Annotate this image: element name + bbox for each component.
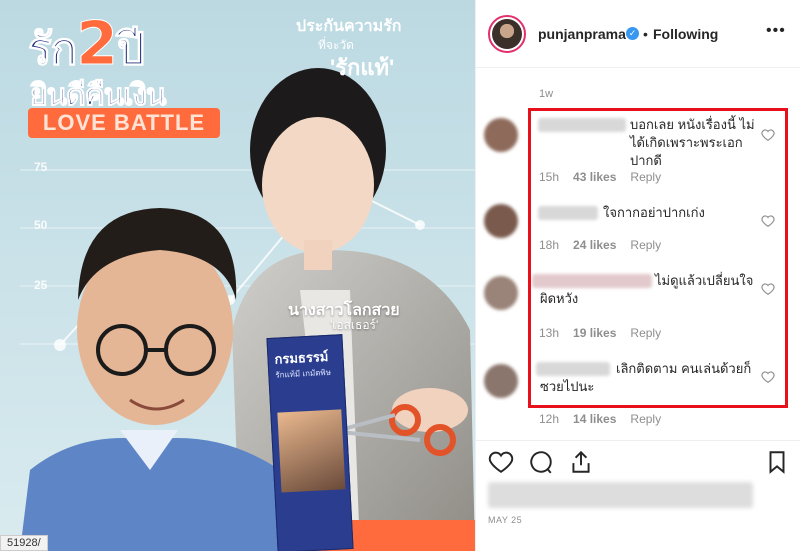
profile-username[interactable]: punjanprama — [538, 26, 626, 42]
post-actions — [476, 440, 800, 480]
brochure-photo — [277, 409, 346, 493]
commenter-avatar[interactable] — [484, 118, 518, 152]
poster-axis-tick: 25 — [34, 278, 48, 292]
comment-bubble-icon[interactable] — [528, 449, 554, 475]
poster-axis-tick: 50 — [34, 218, 48, 232]
screenshot: รัก2ปี ยินดีคืนเงิน LOVE BATTLE ประกันคว… — [0, 0, 800, 551]
caption-timestamp[interactable]: 1w — [539, 88, 553, 100]
following-button[interactable]: Following — [653, 26, 718, 42]
post-date[interactable]: MAY 25 — [488, 515, 522, 525]
poster-brochure: กรมธรรม์ รักแท้มี เกมัดพิษ — [266, 334, 354, 551]
verified-badge-icon: ✓ — [626, 27, 639, 40]
bookmark-icon[interactable] — [764, 449, 790, 475]
avatar — [492, 19, 522, 49]
comment-time[interactable]: 12h — [539, 412, 559, 426]
post-header: punjanprama ✓ • Following ••• — [476, 0, 800, 68]
header-separator: • — [643, 26, 648, 42]
post-image[interactable]: รัก2ปี ยินดีคืนเงิน LOVE BATTLE ประกันคว… — [0, 0, 475, 551]
post-sidebar: punjanprama ✓ • Following ••• 1w บอกเลย … — [475, 0, 800, 551]
share-icon[interactable] — [568, 449, 594, 475]
commenter-avatar[interactable] — [484, 364, 518, 398]
profile-avatar[interactable] — [488, 15, 526, 53]
commenter-avatar[interactable] — [484, 276, 518, 310]
poster-caption-role: 'เอสเธอร์' — [330, 318, 379, 332]
like-heart-icon[interactable] — [488, 449, 514, 475]
reply-button[interactable]: Reply — [630, 412, 661, 426]
comment-meta: 12h 14 likes Reply — [539, 412, 675, 426]
brochure-subtitle: รักแท้มี เกมัดพิษ — [275, 367, 332, 380]
poster-title-line1: รัก2ปี — [27, 9, 145, 79]
comments-highlight-box — [528, 108, 788, 408]
likes-summary-blurred[interactable] — [488, 482, 753, 508]
comment-likes[interactable]: 14 likes — [573, 412, 616, 426]
poster-axis-tick: 75 — [34, 160, 48, 174]
commenter-avatar[interactable] — [484, 204, 518, 238]
poster-tagline-3: 'รักแท้' — [330, 55, 395, 80]
status-bar-url: 51928/ — [0, 535, 48, 551]
more-options-icon[interactable]: ••• — [766, 22, 786, 40]
poster-badge: LOVE BATTLE — [28, 108, 220, 138]
